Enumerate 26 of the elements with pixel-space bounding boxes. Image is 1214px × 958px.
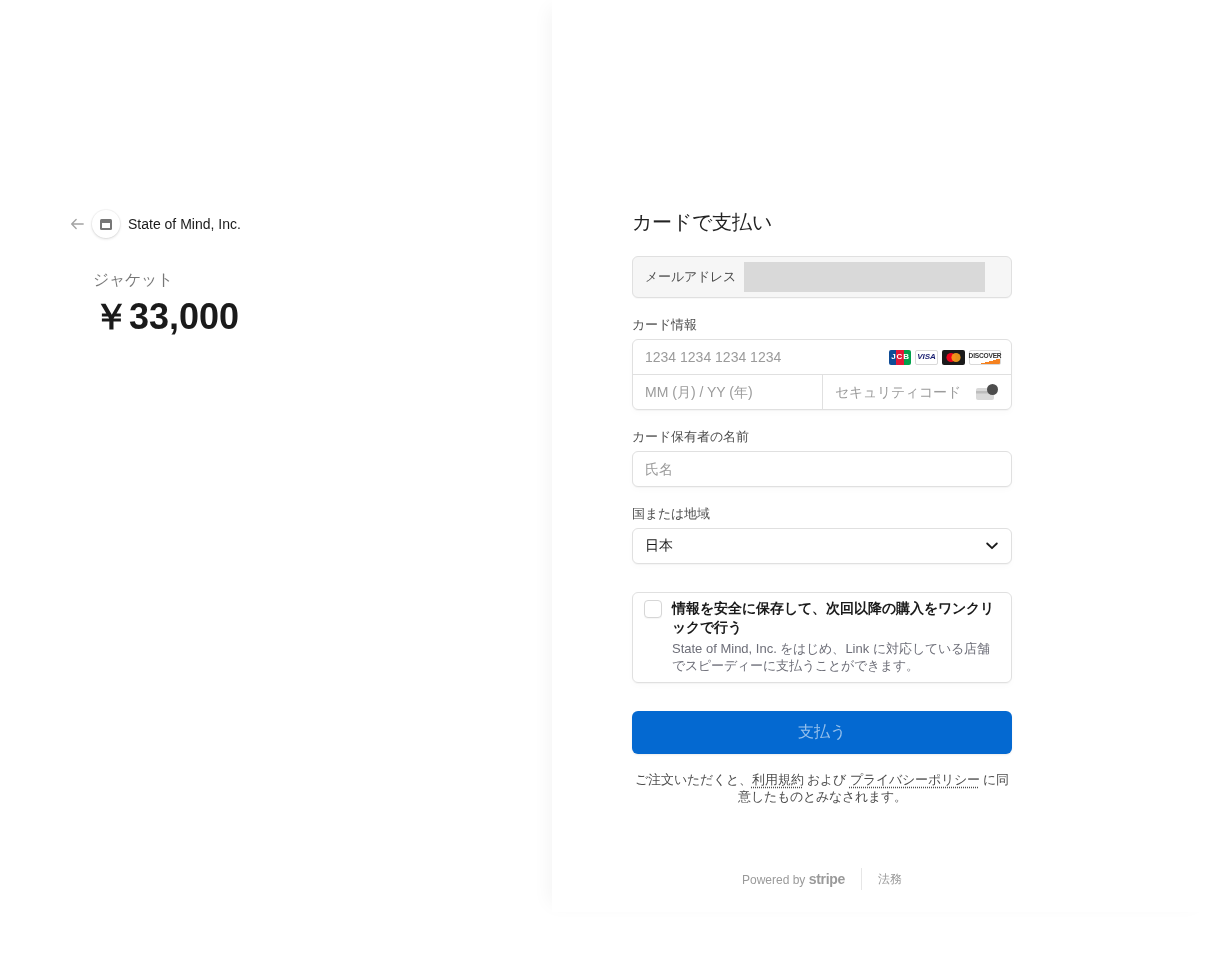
- product-price: ￥33,000: [93, 295, 240, 339]
- checkbox[interactable]: [644, 600, 662, 618]
- field-label: カード情報: [632, 317, 697, 333]
- policy-link[interactable]: プライバシーポリシー: [849, 772, 980, 787]
- form-title: カードで支払い: [632, 210, 773, 234]
- overlapping-circles-icon: [942, 349, 965, 365]
- email-field[interactable]: メールアドレス: [632, 256, 1012, 298]
- security-code-field[interactable]: セキュリティコード: [823, 375, 976, 409]
- merchant-name: State of Mind, Inc.: [128, 216, 241, 232]
- save-info-title: 情報を安全に保存して、次回以降の購入をワンクリックで行う: [672, 599, 995, 637]
- card-number-field[interactable]: 1234 1234 1234 1234: [633, 340, 889, 374]
- expiry-field[interactable]: MM (月) / YY (年): [633, 375, 823, 409]
- field-label: カード保有者の名前: [632, 429, 749, 445]
- product-name: ジャケット: [93, 272, 173, 288]
- chevron-down-icon: [986, 542, 998, 550]
- country-select[interactable]: 日本: [632, 528, 1012, 564]
- policy-link[interactable]: 利用規約: [751, 772, 804, 787]
- card-badge-icon: [976, 384, 998, 400]
- back-arrow-icon[interactable]: [70, 218, 84, 230]
- save-info-description: State of Mind, Inc. をはじめ、Link に対応している店舗でスピーディーに支払うことができます。: [672, 640, 991, 674]
- storefront-icon: [92, 210, 120, 238]
- visa-logo: VISA: [915, 349, 938, 365]
- field-label: 国または地域: [632, 506, 710, 522]
- terms-text: ご注文いただくと、利用規約 および プライバシーポリシー に同意したものとみなされます。: [633, 771, 1011, 805]
- name-field[interactable]: 氏名: [632, 451, 1012, 487]
- email-label: メールアドレス: [645, 268, 736, 286]
